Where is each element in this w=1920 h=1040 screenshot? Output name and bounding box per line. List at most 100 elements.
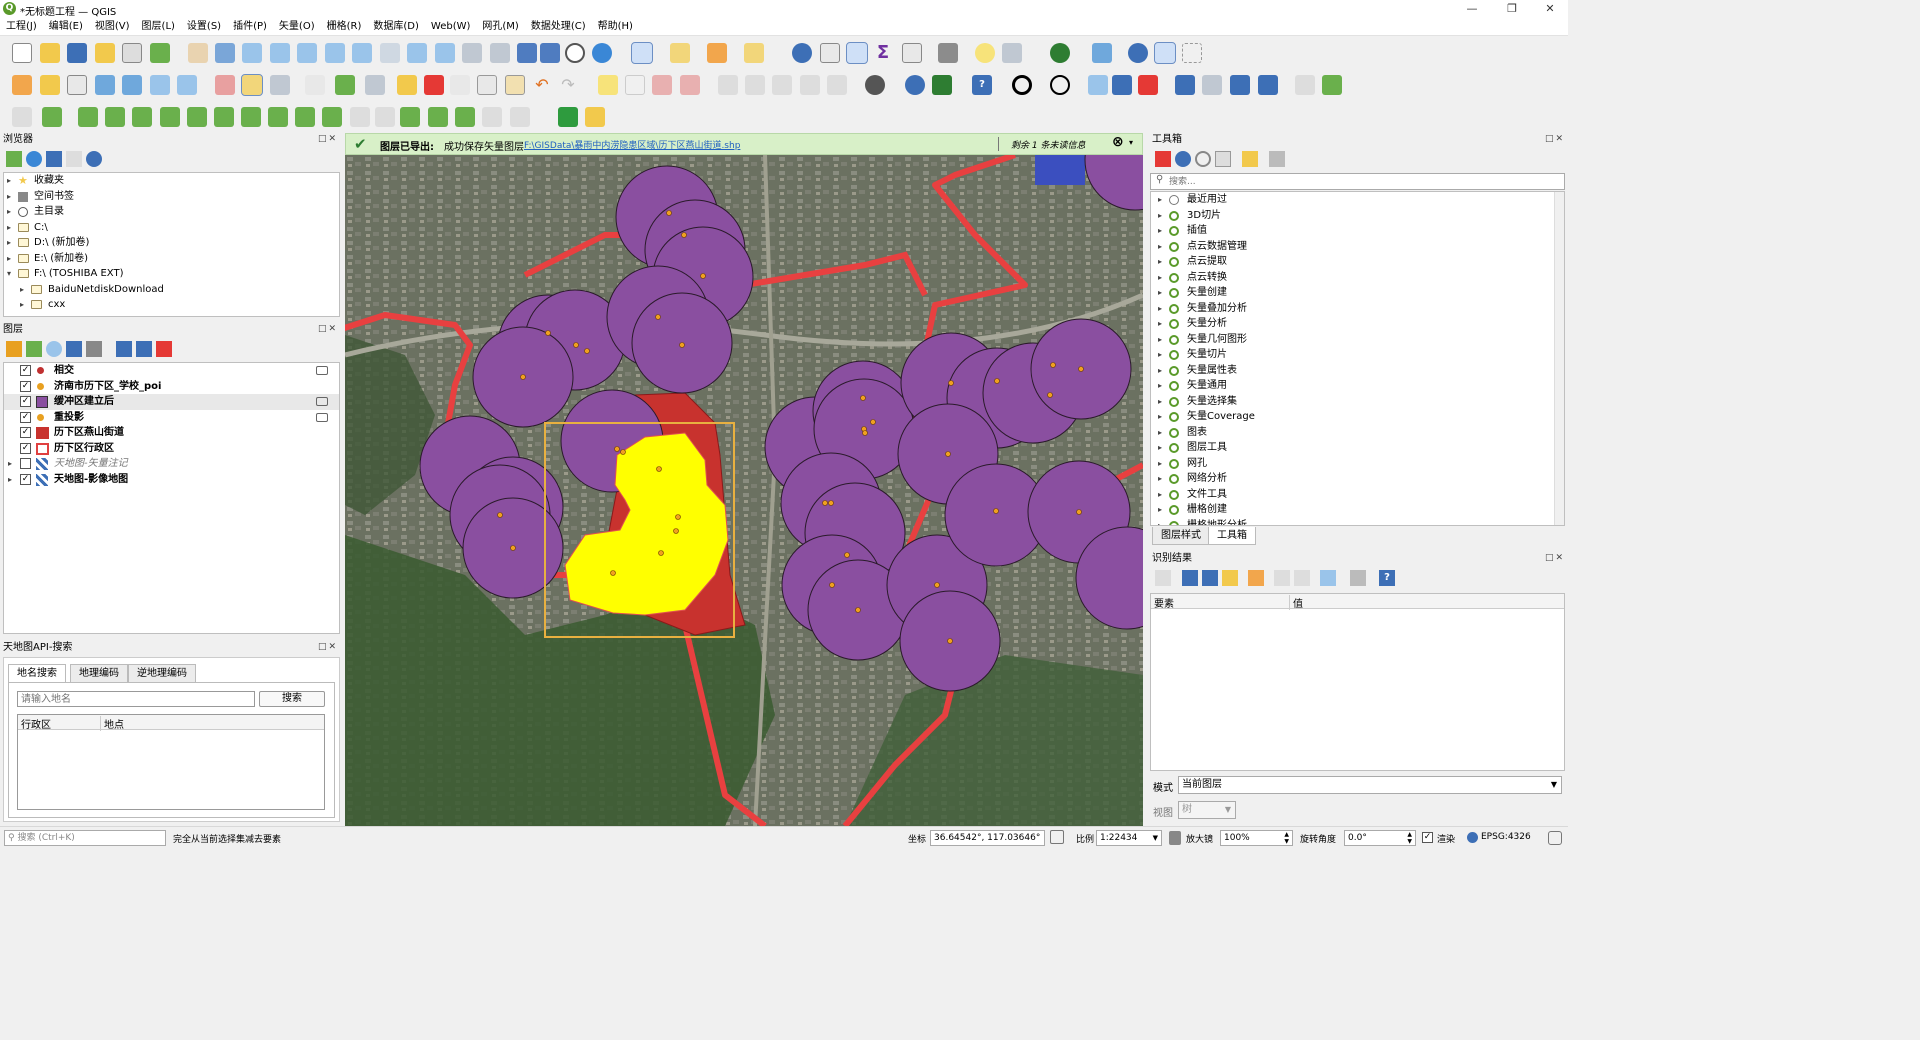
python-console-icon[interactable] — [905, 75, 925, 95]
intersection-icon[interactable] — [1138, 75, 1158, 95]
toolbox-item-vector-analysis[interactable]: ▸ 矢量分析 — [1151, 316, 1564, 332]
layer-styling-icon[interactable] — [6, 341, 22, 357]
menu-database[interactable]: 数据库(D) — [367, 18, 425, 35]
select-features-icon[interactable] — [631, 42, 653, 64]
toolbox-item-raster-terrain[interactable]: ▸ 栅格地形分析 — [1151, 518, 1564, 525]
layer-row-school-poi[interactable]: ✓ 济南市历下区_学校_poi — [4, 379, 339, 395]
toolbox-item-interpolation[interactable]: ▸ 插值 — [1151, 223, 1564, 239]
select-location-icon[interactable] — [744, 43, 764, 63]
crs-globe-icon[interactable] — [1467, 832, 1478, 843]
menu-plugins[interactable]: 插件(P) — [227, 18, 273, 35]
place-search-input[interactable] — [17, 691, 255, 707]
digitize-segment-icon[interactable] — [12, 107, 32, 127]
filter-expression-icon[interactable] — [86, 341, 102, 357]
magnifier-spinbox[interactable]: 100% ▲ ▼ — [1220, 830, 1293, 846]
toolbox-item-network-analysis[interactable]: ▸ 网络分析 — [1151, 471, 1564, 487]
menu-layer[interactable]: 图层(L) — [136, 18, 181, 35]
browser-dock-buttons[interactable]: □✕ — [318, 134, 338, 144]
label-highlight-icon[interactable] — [652, 75, 672, 95]
snapping-icon[interactable] — [1012, 75, 1032, 95]
browser-item-c-drive[interactable]: ▸ C:\ — [4, 220, 339, 236]
toolbox-item-charts[interactable]: ▸ 图表 — [1151, 425, 1564, 441]
cut-features-icon[interactable] — [450, 75, 470, 95]
message-link[interactable]: F:\GISData\暴雨中内涝隐患区域\历下区燕山街道.shp — [524, 138, 740, 151]
delete-selected-icon[interactable] — [424, 75, 444, 95]
merge-attributes-icon[interactable] — [322, 107, 342, 127]
offset-curve-icon[interactable] — [214, 107, 234, 127]
scale-field[interactable]: 1:22434 ▼ — [1096, 830, 1162, 846]
menu-processing[interactable]: 数据处理(C) — [525, 18, 592, 35]
temporal-controller-icon[interactable] — [565, 43, 585, 63]
fullscreen-icon[interactable] — [1182, 43, 1202, 63]
layers-dock-buttons[interactable]: □✕ — [318, 324, 338, 334]
fill-ring-icon[interactable] — [105, 107, 125, 127]
layer-checkbox[interactable]: ✓ — [20, 473, 31, 485]
rotation-spinbox[interactable]: 0.0° ▲ ▼ — [1344, 830, 1416, 846]
messages-icon[interactable] — [1548, 831, 1562, 845]
zoom-last-icon[interactable] — [407, 43, 427, 63]
layer-row-tianditu-imagery[interactable]: ▸ ✓ 天地图-影像地图 — [4, 472, 339, 488]
modify-attributes-icon[interactable] — [397, 75, 417, 95]
network-icon[interactable] — [1322, 75, 1342, 95]
reshape-icon[interactable] — [187, 107, 207, 127]
add-vector-icon[interactable] — [177, 75, 197, 95]
view-select[interactable]: 树 ▼ — [1178, 801, 1236, 819]
new-map-view-icon[interactable] — [462, 43, 482, 63]
data-source-manager-icon[interactable] — [12, 75, 32, 95]
grid-icon[interactable] — [1295, 75, 1315, 95]
layer-row-tianditu-annotation[interactable]: ▸ 天地图-矢量注记 — [4, 456, 339, 472]
label-toolbar-icon[interactable] — [598, 75, 618, 95]
toolbox-search-input[interactable] — [1150, 173, 1565, 190]
select-dropdown-icon[interactable] — [1258, 75, 1278, 95]
print-response-icon[interactable] — [1294, 570, 1310, 586]
new-project-icon[interactable] — [12, 43, 32, 63]
zoom-out-icon[interactable] — [270, 43, 290, 63]
add-ring-icon[interactable] — [42, 107, 62, 127]
filter-legend-icon[interactable] — [66, 341, 82, 357]
processing-toolbox-icon[interactable] — [846, 42, 868, 64]
label-move-icon[interactable] — [718, 75, 738, 95]
browser-item-f-drive[interactable]: ▾ F:\ (TOSHIBA EXT) — [4, 266, 339, 282]
tab-geocode[interactable]: 地理编码 — [70, 664, 128, 682]
move-feature-icon[interactable] — [400, 107, 420, 127]
browser-item-cxx[interactable]: ▸ cxx — [4, 297, 339, 313]
zoom-in-icon[interactable] — [242, 43, 262, 63]
identify-dock-buttons[interactable]: □✕ — [1545, 553, 1565, 563]
offset-symbols-icon[interactable] — [375, 107, 395, 127]
pan-icon[interactable] — [188, 43, 208, 63]
menu-project[interactable]: 工程(J) — [0, 18, 43, 35]
identify-icon[interactable] — [792, 43, 812, 63]
print-layout-icon[interactable] — [122, 43, 142, 63]
zoom-next-icon[interactable] — [435, 43, 455, 63]
copy-feature-icon[interactable] — [1274, 570, 1290, 586]
scale-feature-icon[interactable] — [455, 107, 475, 127]
simplify-icon[interactable] — [482, 107, 502, 127]
line-tool-icon[interactable] — [1112, 75, 1132, 95]
plugin-tool-icon[interactable] — [585, 107, 605, 127]
browser-item-favorites[interactable]: ▸ ★ 收藏夹 — [4, 173, 339, 189]
split-parts-icon[interactable] — [268, 107, 288, 127]
add-group-icon[interactable] — [26, 341, 42, 357]
label-properties-icon[interactable] — [827, 75, 847, 95]
lock-scale-icon[interactable] — [1169, 831, 1181, 845]
history-icon[interactable] — [1195, 151, 1211, 167]
layer-row-intersect[interactable]: ✓ 相交 — [4, 363, 339, 379]
menu-view[interactable]: 视图(V) — [89, 18, 136, 35]
column-value[interactable]: 值 — [1289, 595, 1303, 610]
field-calculator-icon[interactable] — [902, 43, 922, 63]
message-close-icon[interactable]: ⊗ — [1112, 134, 1124, 150]
paste-features-icon[interactable] — [505, 75, 525, 95]
toolbox-item-vector-table[interactable]: ▸ 矢量属性表 — [1151, 363, 1564, 379]
edit-features-inplace-icon[interactable] — [1242, 151, 1258, 167]
rotate-feature-icon[interactable] — [428, 107, 448, 127]
label-rotate-icon[interactable] — [745, 75, 765, 95]
help-icon[interactable]: ? — [972, 75, 992, 95]
current-edits-icon[interactable] — [215, 75, 235, 95]
toggle-extents-icon[interactable] — [1050, 830, 1064, 844]
manage-themes-icon[interactable] — [46, 341, 62, 357]
column-feature[interactable]: 要素 — [1154, 595, 1174, 610]
georeferencer-icon[interactable] — [932, 75, 952, 95]
layer-checkbox[interactable]: ✓ — [20, 427, 31, 438]
vertex-tool-icon[interactable] — [365, 75, 385, 95]
toolbox-options-icon[interactable] — [1269, 151, 1285, 167]
